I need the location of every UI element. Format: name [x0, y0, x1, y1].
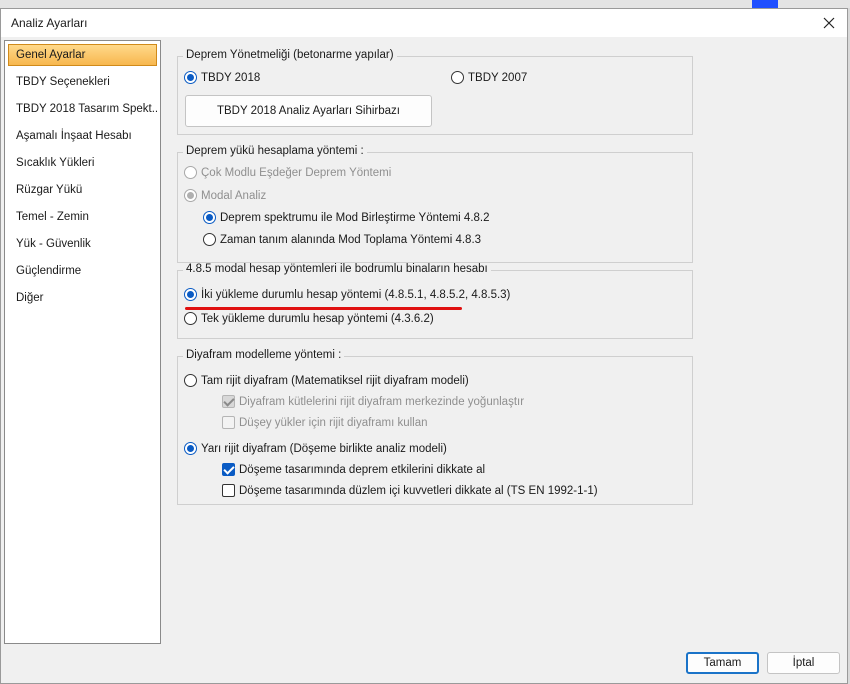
radio-dot: [203, 233, 216, 246]
sidebar-item-load-safety[interactable]: Yük - Güvenlik: [8, 233, 157, 255]
checkbox-box: [222, 416, 235, 429]
sidebar-item-retrofit[interactable]: Güçlendirme: [8, 260, 157, 282]
vertical-load-rigid-label: Düşey yükler için rijit diyaframı kullan: [239, 416, 428, 429]
sidebar-item-tbdy-options[interactable]: TBDY Seçenekleri: [8, 71, 157, 93]
sidebar-item-label: Temel - Zemin: [16, 211, 89, 223]
sidebar-item-label: TBDY 2018 Tasarım Spekt...: [16, 103, 157, 115]
modal-analysis-label: Modal Analiz: [201, 189, 267, 202]
cancel-button[interactable]: İptal: [767, 652, 840, 674]
vertical-load-rigid-checkbox[interactable]: Düşey yükler için rijit diyaframı kullan: [222, 416, 428, 429]
sidebar-item-foundation-soil[interactable]: Temel - Zemin: [8, 206, 157, 228]
time-history-label: Zaman tanım alanında Mod Toplama Yöntemi…: [220, 233, 482, 246]
lump-mass-label: Diyafram kütlelerini rijit diyafram merk…: [239, 395, 525, 408]
slab-inplane-checkbox[interactable]: Döşeme tasarımında düzlem içi kuvvetleri…: [222, 484, 598, 497]
load-method-group-title: Deprem yükü hesaplama yöntemi :: [183, 145, 367, 157]
two-loading-radio[interactable]: İki yükleme durumlu hesap yöntemi (4.8.5…: [184, 288, 510, 301]
ok-button[interactable]: Tamam: [686, 652, 759, 674]
checkbox-box: [222, 395, 235, 408]
lump-mass-checkbox[interactable]: Diyafram kütlelerini rijit diyafram merk…: [222, 395, 524, 408]
sidebar-item-tbdy-2018-spectrum[interactable]: TBDY 2018 Tasarım Spekt...: [8, 98, 157, 120]
sidebar-item-label: Genel Ayarlar: [16, 49, 86, 61]
sidebar-item-staged-construction[interactable]: Aşamalı İnşaat Hesabı: [8, 125, 157, 147]
checkbox-box: [222, 463, 235, 476]
sidebar-item-label: TBDY Seçenekleri: [16, 76, 110, 88]
semi-rigid-diaphragm-label: Yarı rijit diyafram (Döşeme birlikte ana…: [201, 442, 447, 455]
single-loading-radio[interactable]: Tek yükleme durumlu hesap yöntemi (4.3.6…: [184, 312, 434, 325]
sidebar-item-temperature-loads[interactable]: Sıcaklık Yükleri: [8, 152, 157, 174]
analysis-settings-dialog: Analiz Ayarları Genel Ayarlar TBDY Seçen…: [0, 8, 848, 684]
diaphragm-group-title: Diyafram modelleme yöntemi :: [183, 349, 345, 361]
tbdy-2007-radio[interactable]: TBDY 2007: [451, 71, 527, 84]
radio-dot: [184, 288, 197, 301]
background-window-strip: [0, 0, 850, 8]
rigid-diaphragm-label: Tam rijit diyafram (Matematiksel rijit d…: [201, 374, 469, 387]
time-history-radio[interactable]: Zaman tanım alanında Mod Toplama Yöntemi…: [203, 233, 481, 246]
sidebar-item-label: Rüzgar Yükü: [16, 184, 83, 196]
background-blue-block: [752, 0, 778, 8]
sidebar-item-label: Aşamalı İnşaat Hesabı: [16, 130, 132, 142]
title-bar: Analiz Ayarları: [1, 9, 847, 37]
radio-dot: [184, 312, 197, 325]
sidebar-item-wind-load[interactable]: Rüzgar Yükü: [8, 179, 157, 201]
close-icon: [823, 17, 835, 29]
basement-group: 4.8.5 modal hesap yöntemleri ile bodruml…: [177, 263, 693, 339]
single-loading-label: Tek yükleme durumlu hesap yöntemi (4.3.6…: [201, 312, 434, 325]
slab-seismic-checkbox[interactable]: Döşeme tasarımında deprem etkilerini dik…: [222, 463, 485, 476]
radio-dot: [184, 71, 197, 84]
window-title: Analiz Ayarları: [11, 16, 88, 30]
regulation-group-title: Deprem Yönetmeliği (betonarme yapılar): [183, 49, 397, 61]
slab-inplane-label: Döşeme tasarımında düzlem içi kuvvetleri…: [239, 484, 598, 497]
slab-seismic-label: Döşeme tasarımında deprem etkilerini dik…: [239, 463, 486, 476]
sidebar-item-general-settings[interactable]: Genel Ayarlar: [8, 44, 157, 66]
semi-rigid-diaphragm-radio[interactable]: Yarı rijit diyafram (Döşeme birlikte ana…: [184, 442, 447, 455]
sidebar-item-label: Yük - Güvenlik: [16, 238, 91, 250]
sidebar-item-other[interactable]: Diğer: [8, 287, 157, 309]
modal-analysis-radio[interactable]: Modal Analiz: [184, 189, 266, 202]
tbdy-2018-radio[interactable]: TBDY 2018: [184, 71, 260, 84]
tbdy-2007-label: TBDY 2007: [468, 71, 528, 84]
equivalent-static-label: Çok Modlu Eşdeğer Deprem Yöntemi: [201, 166, 392, 179]
two-loading-label: İki yükleme durumlu hesap yöntemi (4.8.5…: [201, 288, 511, 301]
settings-category-list: Genel Ayarlar TBDY Seçenekleri TBDY 2018…: [4, 40, 161, 644]
checkbox-box: [222, 484, 235, 497]
rigid-diaphragm-radio[interactable]: Tam rijit diyafram (Matematiksel rijit d…: [184, 374, 469, 387]
sidebar-item-label: Güçlendirme: [16, 265, 82, 277]
tbdy-2018-label: TBDY 2018: [201, 71, 261, 84]
basement-group-title: 4.8.5 modal hesap yöntemleri ile bodruml…: [183, 263, 491, 275]
red-annotation-underline: [185, 307, 462, 310]
analysis-wizard-button[interactable]: TBDY 2018 Analiz Ayarları Sihirbazı: [185, 95, 432, 127]
radio-dot: [184, 189, 197, 202]
equivalent-static-radio[interactable]: Çok Modlu Eşdeğer Deprem Yöntemi: [184, 166, 391, 179]
sidebar-item-label: Sıcaklık Yükleri: [16, 157, 95, 169]
close-button[interactable]: [819, 13, 839, 33]
radio-dot: [203, 211, 216, 224]
response-spectrum-label: Deprem spektrumu ile Mod Birleştirme Yön…: [220, 211, 490, 224]
response-spectrum-radio[interactable]: Deprem spektrumu ile Mod Birleştirme Yön…: [203, 211, 490, 224]
sidebar-item-label: Diğer: [16, 292, 44, 304]
radio-dot: [451, 71, 464, 84]
radio-dot: [184, 374, 197, 387]
radio-dot: [184, 442, 197, 455]
radio-dot: [184, 166, 197, 179]
